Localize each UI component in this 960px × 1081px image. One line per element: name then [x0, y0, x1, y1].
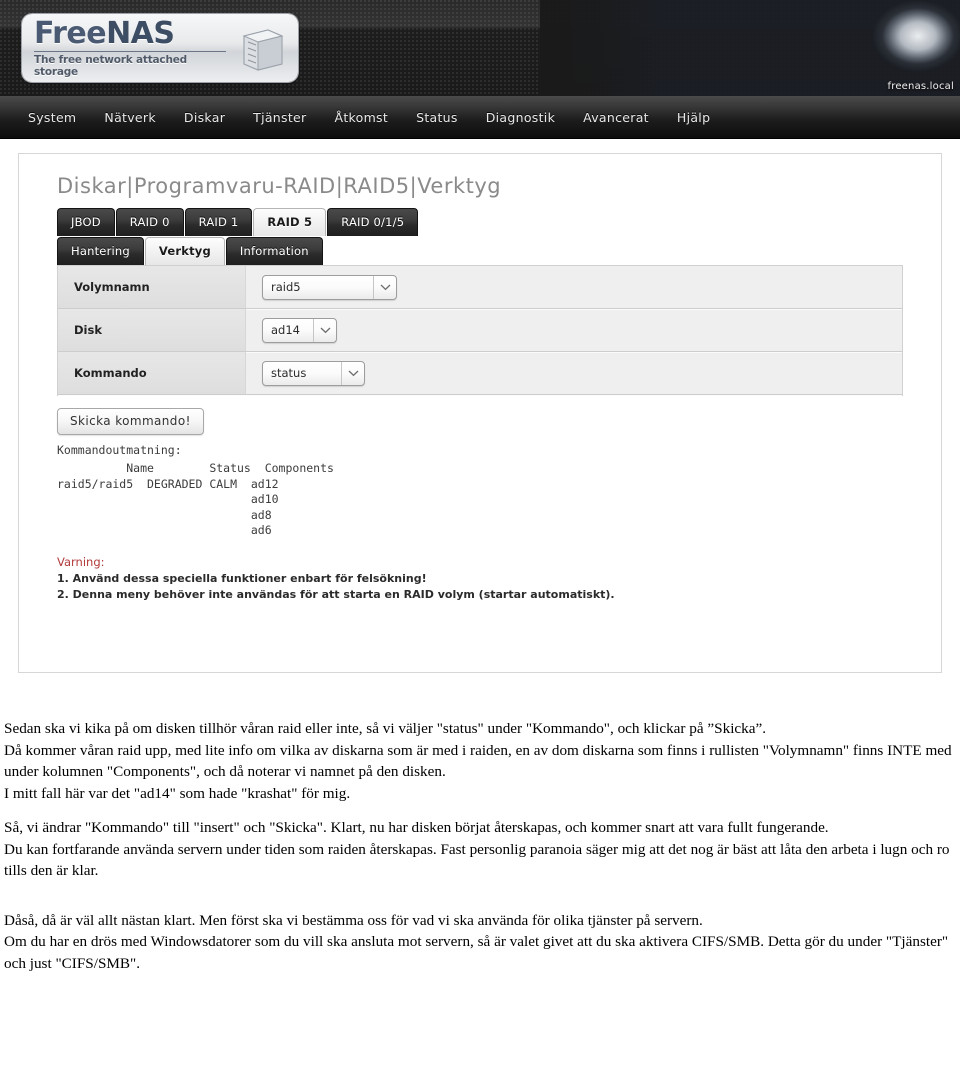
freenas-screenshot: freenas.local FreeNAS The free network a… [0, 0, 960, 712]
logo-divider [34, 50, 226, 52]
article-paragraph-7: Om du har en drös med Windowsdatorer som… [4, 933, 949, 972]
form-row-kommando: Kommando status [58, 352, 902, 395]
nav-item-diagnostik[interactable]: Diagnostik [486, 110, 555, 125]
chevron-down-icon [313, 318, 336, 342]
article-paragraph-5: Du kan fortfarande använda servern under… [4, 840, 950, 880]
label-kommando: Kommando [58, 352, 246, 394]
nav-item-tjanster[interactable]: Tjänster [253, 110, 306, 125]
command-output-text: Name Status Components raid5/raid5 DEGRA… [57, 461, 334, 537]
main-navigation[interactable]: System Nätverk Diskar Tjänster Åtkomst S… [0, 96, 960, 139]
tab-verktyg[interactable]: Verktyg [144, 237, 225, 265]
nav-item-system[interactable]: System [28, 110, 76, 125]
nav-item-diskar[interactable]: Diskar [184, 110, 225, 125]
control-volymnamn: raid5 [246, 274, 397, 300]
warning-line-1: 1. Använd dessa speciella funktioner enb… [57, 571, 427, 585]
content-frame: Diskar|Programvaru-RAID|RAID5|Verktyg JB… [18, 153, 942, 673]
control-disk: ad14 [246, 317, 337, 343]
nav-item-hjalp[interactable]: Hjälp [677, 110, 710, 125]
volymnamn-select[interactable]: raid5 [262, 274, 397, 300]
logo-title: FreeNAS [34, 15, 232, 51]
article-text: Sedan ska vi kika på om disken tillhör v… [0, 712, 960, 974]
nav-item-natverk[interactable]: Nätverk [104, 110, 155, 125]
tab-raid-0[interactable]: RAID 0 [115, 208, 184, 236]
kommando-value: status [271, 366, 307, 380]
disk-value: ad14 [271, 323, 300, 337]
warning-line-2: 2. Denna meny behöver inte användas för … [57, 587, 615, 601]
command-output-section: Kommandoutmatning: Name Status Component… [57, 443, 903, 539]
kommando-select[interactable]: status [262, 360, 365, 386]
disk-select[interactable]: ad14 [262, 317, 337, 343]
command-form-panel: Volymnamn raid5 Disk ad14 Kommando statu… [57, 265, 903, 396]
article-paragraph-6: Dåså, då är väl allt nästan klart. Men f… [4, 911, 703, 929]
send-command-button[interactable]: Skicka kommando! [57, 408, 204, 435]
article-paragraph-3: I mitt fall här var det "ad14" som hade … [4, 784, 351, 802]
submit-row: Skicka kommando! [57, 408, 923, 435]
warning-title: Varning: [57, 554, 105, 569]
tab-raid-1[interactable]: RAID 1 [184, 208, 253, 236]
article-paragraph-1: Sedan ska vi kika på om disken tillhör v… [4, 720, 767, 737]
secondary-tabs[interactable]: Hantering Verktyg Information [57, 237, 923, 265]
warning-section: Varning: 1. Använd dessa speciella funkt… [57, 555, 903, 603]
app-banner: freenas.local FreeNAS The free network a… [0, 0, 960, 96]
article-paragraph-2: Då kommer våran raid upp, med lite info … [4, 741, 952, 781]
nav-item-status[interactable]: Status [416, 110, 458, 125]
chevron-down-icon [373, 275, 396, 299]
storage-stack-icon [238, 24, 286, 72]
logo-tagline: The free network attached storage [34, 53, 187, 78]
breadcrumb: Diskar|Programvaru-RAID|RAID5|Verktyg [57, 174, 502, 198]
volymnamn-value: raid5 [271, 280, 301, 294]
page-body: Diskar|Programvaru-RAID|RAID5|Verktyg JB… [0, 139, 960, 683]
label-disk: Disk [58, 309, 246, 351]
form-row-volymnamn: Volymnamn raid5 [58, 266, 902, 309]
article-paragraph-4: Så, vi ändrar "Kommando" till "insert" o… [4, 819, 829, 836]
chevron-down-icon [341, 361, 364, 385]
tab-jbod[interactable]: JBOD [57, 208, 115, 236]
form-row-disk: Disk ad14 [58, 309, 902, 352]
logo-title-nas: NAS [106, 15, 175, 51]
primary-tabs[interactable]: JBOD RAID 0 RAID 1 RAID 5 RAID 0/1/5 [57, 208, 923, 236]
freenas-logo[interactable]: FreeNAS The free network attached storag… [22, 14, 298, 82]
nav-item-avancerat[interactable]: Avancerat [583, 110, 649, 125]
logo-title-free: Free [34, 15, 107, 51]
control-kommando: status [246, 360, 365, 386]
tab-hantering[interactable]: Hantering [57, 237, 144, 265]
hostname-label: freenas.local [887, 81, 954, 92]
tab-raid-5[interactable]: RAID 5 [253, 208, 327, 236]
tab-raid-0-1-5[interactable]: RAID 0/1/5 [327, 208, 419, 236]
label-volymnamn: Volymnamn [58, 266, 246, 308]
logo-text: FreeNAS The free network attached storag… [34, 15, 232, 78]
tab-information[interactable]: Information [225, 237, 323, 265]
nav-item-atkomst[interactable]: Åtkomst [334, 110, 388, 125]
command-output-label: Kommandoutmatning: [57, 443, 182, 457]
